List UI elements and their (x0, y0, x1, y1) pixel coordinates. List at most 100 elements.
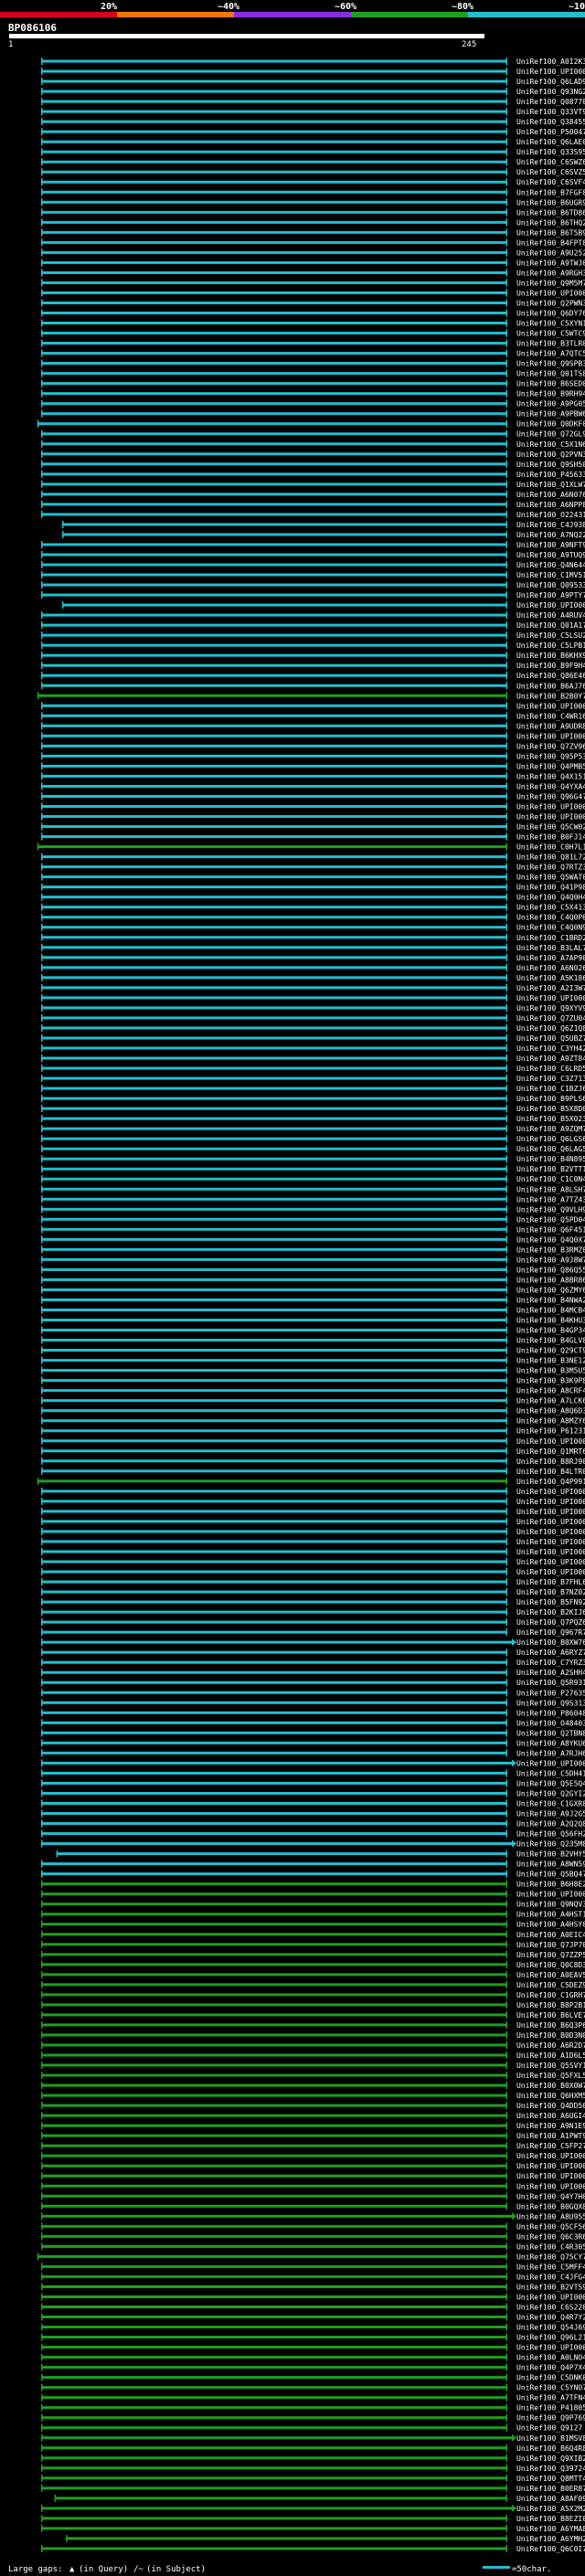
hit-label[interactable]: UniRef100_A4HSY0 (516, 1921, 585, 1929)
hit-label[interactable]: UniRef100_A9ZQM7 (516, 1125, 585, 1133)
hit-row[interactable]: UniRef100_B6AJ76 (41, 682, 585, 690)
hit-row[interactable]: UniRef100_Q9SPB3 (41, 359, 585, 368)
hit-label[interactable]: UniRef100_Q93NG2 (516, 88, 585, 96)
hit-label[interactable]: UniRef100_A6YMA8 (516, 2525, 585, 2533)
hit-row[interactable]: UniRef100_Q93NG2 (41, 88, 585, 96)
hit-row[interactable]: UniRef100_C4R305 (41, 2242, 585, 2251)
hit-label[interactable]: UniRef100_B0FJ14 (516, 833, 585, 842)
hit-row[interactable]: UniRef100_A9UDR8 (41, 722, 585, 730)
hit-row[interactable]: UniRef100_C6SWZ6 (41, 158, 585, 166)
hit-row[interactable]: UniRef100_B6TD86 (41, 208, 585, 217)
hit-label[interactable]: UniRef100_Q9SH50 (516, 461, 585, 469)
hit-label[interactable]: UniRef100_UPI000... (516, 2344, 585, 2352)
hit-label[interactable]: UniRef100_B4MCB4 (516, 1307, 585, 1315)
hit-row[interactable]: UniRef100_UPI000... (41, 812, 585, 822)
hit-label[interactable]: UniRef100_C4JFG4 (516, 2273, 585, 2281)
hit-row[interactable]: UniRef100_Q6LAE0 (41, 138, 585, 146)
hit-row[interactable]: UniRef100_C5XYN1 (41, 319, 585, 328)
hit-label[interactable]: UniRef100_Q5CF56 (516, 2222, 585, 2231)
hit-row[interactable]: UniRef100_Q9XIB2 (41, 2454, 585, 2463)
hit-label[interactable]: UniRef100_UPI000... (516, 1538, 585, 1546)
hit-label[interactable]: UniRef100_Q6LAG5 (516, 1145, 585, 1153)
hit-label[interactable]: UniRef100_A7RJH6 (516, 1749, 585, 1757)
hit-row[interactable]: UniRef100_A4RUV4 (41, 611, 585, 620)
hit-label[interactable]: UniRef100_B5X023 (516, 1115, 585, 1123)
hit-row[interactable]: UniRef100_Q75CY7 (37, 2253, 585, 2261)
hit-row[interactable]: UniRef100_Q1XLW7 (41, 480, 585, 489)
hit-label[interactable]: UniRef100_B9F9H4 (516, 662, 585, 670)
hit-label[interactable]: UniRef100_C6S220 (516, 2303, 585, 2311)
hit-label[interactable]: UniRef100_B6THQ2 (516, 218, 585, 227)
hit-label[interactable]: UniRef100_O22431 (516, 511, 585, 519)
hit-row[interactable]: UniRef100_B6T5B9 (41, 228, 585, 237)
hit-row[interactable]: UniRef100_Q6LAD9 (41, 78, 585, 86)
hit-label[interactable]: UniRef100_Q5BQ47 (516, 1871, 585, 1879)
hit-label[interactable]: UniRef100_B0XW76 (516, 1638, 585, 1647)
hit-label[interactable]: UniRef100_Q0C8D3 (516, 1961, 585, 1969)
hit-row[interactable]: UniRef100_A9PTY7 (41, 591, 585, 599)
hit-row[interactable]: UniRef100_B3NE12 (41, 1356, 585, 1365)
hit-row[interactable]: UniRef100_UPI000... (41, 2172, 585, 2180)
hit-row[interactable]: UniRef100_A9J8W7 (41, 1256, 585, 1264)
hit-label[interactable]: UniRef100_Q54J69 (516, 2324, 585, 2332)
hit-label[interactable]: UniRef100_B4N895 (516, 1155, 585, 1163)
hit-row[interactable]: UniRef100_A9PBW6 (41, 409, 585, 419)
hit-label[interactable]: UniRef100_Q9M5M7 (516, 279, 585, 287)
hit-label[interactable]: UniRef100_Q8MTT4 (516, 2475, 585, 2483)
hit-label[interactable]: UniRef100_C6SVZ5 (516, 168, 585, 176)
hit-row[interactable]: UniRef100_Q81L72 (41, 853, 585, 862)
hit-label[interactable]: UniRef100_C4R305 (516, 2242, 585, 2251)
hit-label[interactable]: UniRef100_UPI000... (516, 289, 585, 297)
hit-label[interactable]: UniRef100_C4J938 (516, 521, 585, 529)
hit-label[interactable]: UniRef100_B6Q4R8 (516, 2444, 585, 2453)
hit-row[interactable]: UniRef100_Q4P7X4 (41, 2363, 585, 2372)
hit-label[interactable]: UniRef100_Q9XIB2 (516, 2454, 585, 2463)
hit-row[interactable]: UniRef100_Q4YXA4 (41, 782, 585, 790)
hit-label[interactable]: UniRef100_A9UDR8 (516, 722, 585, 730)
hit-label[interactable]: UniRef100_A9J2G5 (516, 1810, 585, 1818)
hit-label[interactable]: UniRef100_B8EZI0 (516, 2515, 585, 2523)
hit-row[interactable]: UniRef100_B3TLR0 (41, 339, 585, 348)
hit-label[interactable]: UniRef100_Q7PQZ6 (516, 1618, 585, 1627)
hit-label[interactable]: UniRef100_B4KHU3 (516, 1317, 585, 1325)
hit-row[interactable]: UniRef100_Q4PMB5 (41, 762, 585, 770)
hit-row[interactable]: UniRef100_B0FJ14 (41, 832, 585, 842)
hit-label[interactable]: UniRef100_B6UGR9 (516, 198, 585, 207)
hit-label[interactable]: UniRef100_B7FHL6 (516, 1578, 585, 1586)
hit-label[interactable]: UniRef100_A7TZ43 (516, 1195, 585, 1203)
hit-label[interactable]: UniRef100_Q33VT9 (516, 108, 585, 116)
hit-label[interactable]: UniRef100_Q4DD50 (516, 2102, 585, 2110)
hit-row[interactable]: UniRef100_B8P2B1 (41, 2000, 585, 2009)
hit-row[interactable]: UniRef100_B7FHL6 (41, 1578, 585, 1586)
hit-label[interactable]: UniRef100_A9PTY7 (516, 591, 585, 599)
hit-label[interactable]: UniRef100_UPI000... (516, 1518, 585, 1526)
hit-label[interactable]: UniRef100_Q5E5Q4 (516, 1779, 585, 1787)
hit-label[interactable]: UniRef100_A7QTC5 (516, 350, 585, 358)
hit-row[interactable]: UniRef100_Q38455 (41, 118, 585, 126)
hit-label[interactable]: UniRef100_A4RUV4 (516, 611, 585, 620)
hit-label[interactable]: UniRef100_B0GQX8 (516, 2202, 585, 2210)
hit-row[interactable]: UniRef100_Q86E46 (41, 672, 585, 680)
hit-label[interactable]: UniRef100_C5FP27 (516, 2142, 585, 2150)
hit-label[interactable]: UniRef100_A0I2K3 (516, 58, 585, 66)
hit-row[interactable]: UniRef100_A9TUQ9 (41, 550, 585, 559)
hit-label[interactable]: UniRef100_C1C0N4 (516, 1175, 585, 1183)
hit-label[interactable]: UniRef100_B4GP34 (516, 1327, 585, 1335)
hit-label[interactable]: UniRef100_A8YKU6 (516, 1739, 585, 1747)
hit-row[interactable]: UniRef100_B4GLV8 (41, 1336, 585, 1345)
hit-label[interactable]: UniRef100_B6T5B9 (516, 228, 585, 237)
hit-row[interactable]: UniRef100_C0H7L1 (37, 843, 585, 852)
hit-label[interactable]: UniRef100_B1MSV8 (516, 2434, 585, 2443)
hit-row[interactable]: UniRef100_B0D3N0 (41, 2030, 585, 2040)
hit-row[interactable]: UniRef100_Q2PWN3 (41, 299, 585, 307)
hit-row[interactable]: UniRef100_B0ER87 (41, 2484, 585, 2493)
hit-row[interactable]: UniRef100_C4Q0N9 (41, 923, 585, 932)
hit-row[interactable]: UniRef100_B6KHX9 (41, 652, 585, 660)
hit-label[interactable]: UniRef100_B3LAL7 (516, 944, 585, 952)
hit-label[interactable]: UniRef100_A0LNO4 (516, 2354, 585, 2362)
hit-row[interactable]: UniRef100_A0I2K3 (41, 58, 585, 66)
hit-label[interactable]: UniRef100_Q96L21 (516, 2334, 585, 2342)
hit-label[interactable]: UniRef100_Q7ZZP5 (516, 1951, 585, 1959)
hit-row[interactable]: UniRef100_P61231 (41, 1426, 585, 1436)
hit-label[interactable]: UniRef100_B4NWA2 (516, 1296, 585, 1304)
